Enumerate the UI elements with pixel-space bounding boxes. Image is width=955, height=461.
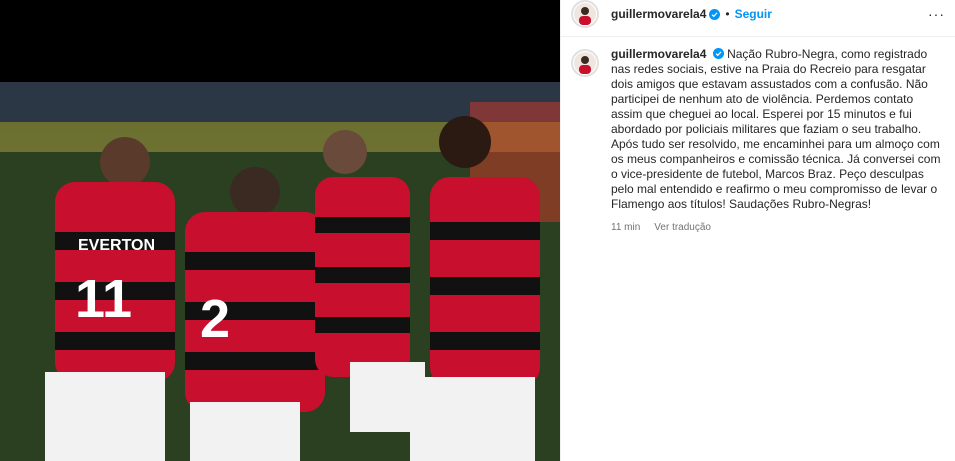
- verified-badge-icon: [709, 8, 721, 20]
- jersey-number-11: 11: [75, 269, 132, 329]
- jersey-name-text: EVERTON: [78, 237, 155, 254]
- see-translation-link[interactable]: Ver tradução: [654, 220, 711, 235]
- media-panel: EVERTON 11 2: [0, 0, 560, 461]
- avatar-image: [574, 3, 596, 25]
- caption-meta: 11 min Ver tradução: [611, 220, 941, 235]
- post-photo[interactable]: EVERTON 11 2: [0, 82, 560, 461]
- verified-badge-icon: [712, 48, 724, 59]
- caption-username[interactable]: guillermovarela4: [611, 47, 706, 61]
- header-username[interactable]: guillermovarela4: [611, 7, 706, 21]
- caption-text: Nação Rubro-Negra, como registrado nas r…: [611, 47, 941, 211]
- follow-button[interactable]: Seguir: [735, 7, 772, 21]
- separator-dot: •: [725, 7, 730, 21]
- post-header: guillermovarela4 • Seguir ···: [561, 0, 955, 28]
- caption-avatar[interactable]: [571, 49, 599, 77]
- caption-body: guillermovarela4 Nação Rubro-Negra, como…: [611, 47, 941, 235]
- post-details-panel: guillermovarela4 • Seguir ··· guillermov…: [560, 0, 955, 461]
- avatar-image: [574, 52, 596, 74]
- post-time[interactable]: 11 min: [611, 220, 640, 235]
- jersey-number-2: 2: [200, 289, 230, 349]
- players-celebration-image: EVERTON 11 2: [0, 82, 560, 461]
- caption-comment: guillermovarela4 Nação Rubro-Negra, como…: [561, 37, 955, 235]
- more-options-icon[interactable]: ···: [928, 6, 945, 22]
- avatar[interactable]: [571, 0, 599, 28]
